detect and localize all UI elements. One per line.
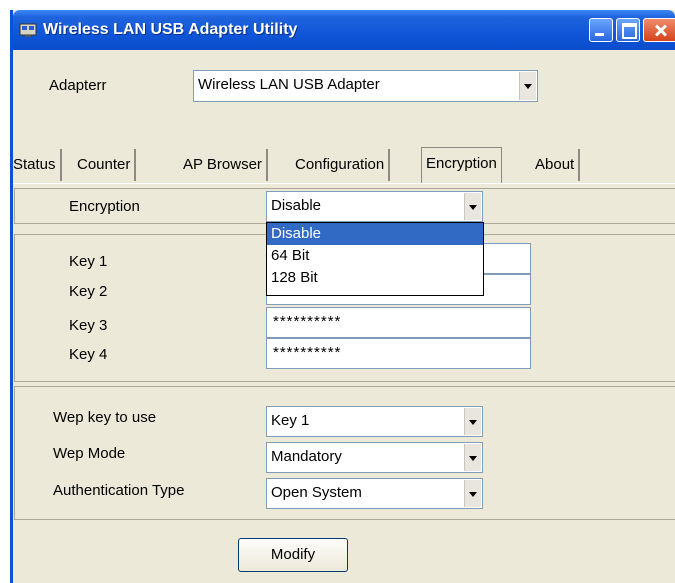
encryption-option-128-bit[interactable]: 128 Bit	[267, 267, 483, 289]
modify-button[interactable]: Modify	[238, 538, 348, 572]
auth-type-select[interactable]: Open System	[266, 478, 483, 509]
wep-mode-label: Wep Mode	[53, 445, 126, 462]
auth-type-label: Authentication Type	[53, 482, 185, 499]
encryption-label: Encryption	[69, 198, 140, 215]
wep-key-select[interactable]: Key 1	[266, 406, 483, 437]
title-bar[interactable]: Wireless LAN USB Adapter Utility	[13, 10, 675, 50]
tab-divider	[13, 183, 675, 184]
adapter-select-value: Wireless LAN USB Adapter	[198, 76, 380, 93]
tab-ap-browser[interactable]: AP Browser	[179, 149, 268, 181]
tab-configuration[interactable]: Configuration	[291, 149, 391, 181]
adapter-label: Adapterr	[49, 77, 107, 94]
chevron-down-icon[interactable]	[464, 193, 481, 220]
tab-status[interactable]: Status	[9, 149, 62, 181]
auth-type-select-value: Open System	[271, 484, 362, 501]
tab-encryption[interactable]: Encryption	[421, 147, 502, 184]
encryption-select[interactable]: Disable	[266, 191, 483, 222]
wep-key-select-value: Key 1	[271, 412, 310, 429]
wep-mode-select-value: Mandatory	[271, 448, 342, 465]
chevron-down-icon[interactable]	[464, 444, 481, 471]
key-3-field[interactable]: **********	[266, 307, 531, 338]
key-4-label: Key 4	[69, 346, 108, 363]
tab-counter[interactable]: Counter	[73, 149, 137, 181]
key-4-field[interactable]: **********	[266, 338, 531, 369]
encryption-select-value: Disable	[271, 197, 322, 214]
close-icon[interactable]	[643, 18, 675, 42]
adapter-select[interactable]: Wireless LAN USB Adapter	[193, 70, 538, 102]
wep-key-to-use-label: Wep key to use	[53, 409, 157, 426]
key-2-label: Key 2	[69, 283, 108, 300]
encryption-dropdown-list: Disable 64 Bit 128 Bit	[266, 222, 484, 296]
encryption-option-disable[interactable]: Disable	[267, 223, 483, 245]
key-1-label: Key 1	[69, 253, 108, 270]
network-adapter-icon	[19, 23, 37, 37]
minimize-icon[interactable]	[589, 18, 613, 42]
utility-window: Wireless LAN USB Adapter Utility Adapter…	[10, 10, 675, 583]
key-4-value: **********	[273, 344, 342, 361]
tab-about[interactable]: About	[531, 149, 581, 181]
window-title: Wireless LAN USB Adapter Utility	[43, 21, 298, 38]
chevron-down-icon[interactable]	[464, 480, 481, 507]
encryption-option-64-bit[interactable]: 64 Bit	[267, 245, 483, 267]
key-3-label: Key 3	[69, 317, 108, 334]
wep-mode-select[interactable]: Mandatory	[266, 442, 483, 473]
maximize-icon[interactable]	[616, 18, 640, 42]
tab-bar: Status Counter AP Browser Configuration …	[13, 147, 675, 184]
chevron-down-icon[interactable]	[464, 408, 481, 435]
key-3-value: **********	[273, 313, 342, 330]
chevron-down-icon[interactable]	[519, 72, 536, 100]
